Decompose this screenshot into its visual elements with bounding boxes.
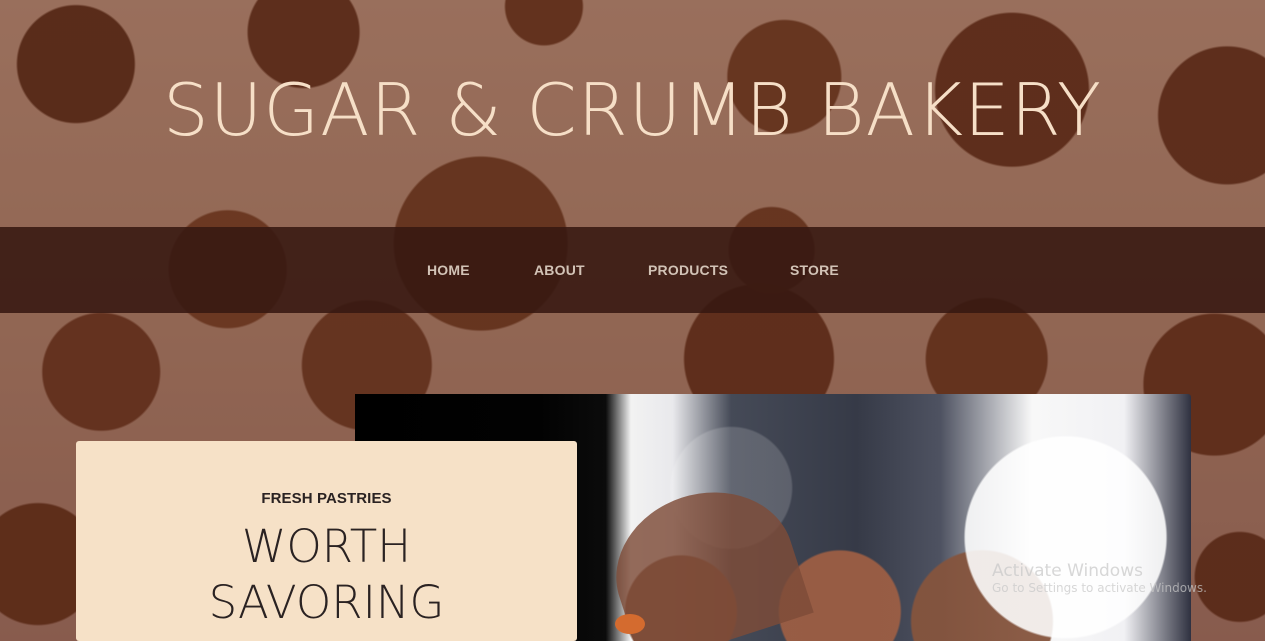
windows-activation-watermark: Activate Windows Go to Settings to activ… <box>992 561 1207 595</box>
bakery-homepage: SUGAR & CRUMB BAKERY HOME ABOUT PRODUCTS… <box>0 0 1265 641</box>
main-navigation: HOME ABOUT PRODUCTS STORE <box>0 227 1265 313</box>
promo-title-line-1: WORTH <box>241 520 412 573</box>
site-title: SUGAR & CRUMB BAKERY <box>162 68 1103 152</box>
watermark-title: Activate Windows <box>992 561 1143 581</box>
promo-title: WORTH SAVORING <box>76 519 577 631</box>
nav-products-link[interactable]: PRODUCTS <box>648 262 728 278</box>
promo-card: FRESH PASTRIES WORTH SAVORING <box>76 441 577 641</box>
promo-title-line-2: SAVORING <box>208 576 445 629</box>
nav-about-link[interactable]: ABOUT <box>534 262 585 278</box>
nav-store-link[interactable]: STORE <box>790 262 839 278</box>
nav-home-link[interactable]: HOME <box>427 262 470 278</box>
promo-kicker: FRESH PASTRIES <box>261 490 392 507</box>
watermark-subtitle: Go to Settings to activate Windows. <box>992 580 1207 595</box>
